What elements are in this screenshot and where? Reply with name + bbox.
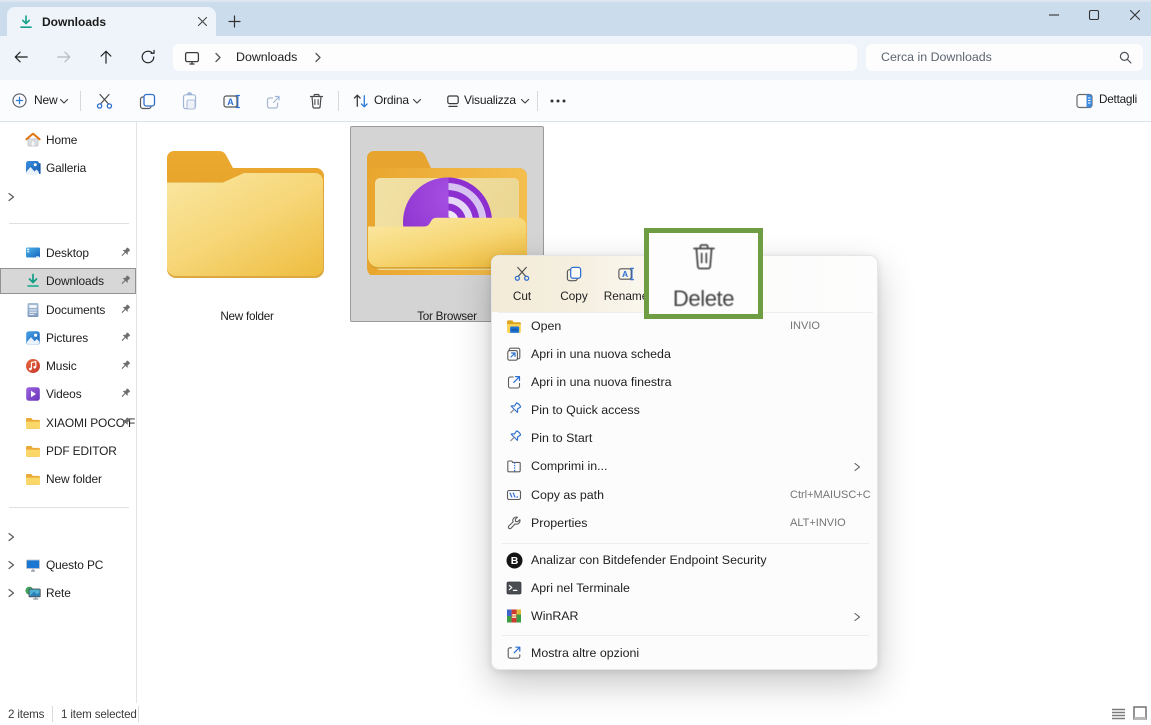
svg-text:B: B (511, 555, 519, 567)
svg-text:A: A (227, 97, 234, 107)
svg-text:A: A (622, 269, 628, 279)
